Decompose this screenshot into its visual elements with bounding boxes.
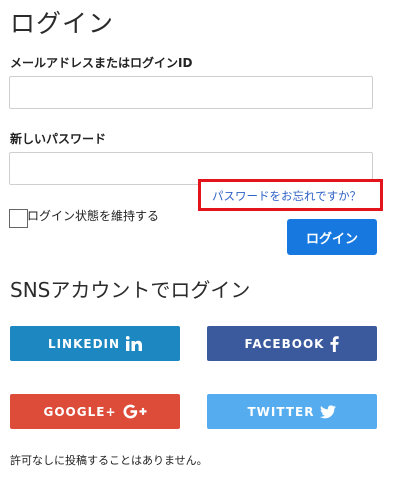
twitter-button-label: TWITTER	[247, 404, 315, 419]
facebook-button-label: FACEBOOK	[244, 336, 325, 351]
login-button[interactable]: ログイン	[287, 219, 377, 255]
email-field[interactable]	[9, 76, 373, 109]
page-title: ログイン	[10, 9, 115, 38]
login-page: ログイン メールアドレスまたはログインID 新しいパスワード パスワードをお忘れ…	[0, 0, 417, 485]
google-plus-button-label: GOOGLE+	[43, 404, 117, 419]
linkedin-button[interactable]: LINKEDIN	[10, 326, 180, 361]
remember-label: ログイン状態を維持する	[27, 209, 160, 223]
google-plus-button[interactable]: GOOGLE+	[10, 394, 180, 429]
email-label: メールアドレスまたはログインID	[10, 56, 193, 70]
privacy-notice: 許可なしに投稿することはありません。	[10, 454, 208, 467]
google-plus-icon	[123, 404, 147, 419]
facebook-icon	[330, 335, 340, 352]
login-button-label: ログイン	[305, 231, 358, 247]
forgot-password-link[interactable]: パスワードをお忘れですか？	[212, 188, 361, 204]
sns-section-title: SNSアカウントでログイン	[10, 278, 251, 302]
linkedin-icon	[126, 336, 143, 351]
twitter-button[interactable]: TWITTER	[207, 394, 377, 429]
password-label: 新しいパスワード	[10, 132, 107, 146]
twitter-icon	[320, 404, 337, 419]
linkedin-button-label: LINKEDIN	[47, 336, 121, 351]
remember-checkbox[interactable]	[9, 209, 28, 228]
facebook-button[interactable]: FACEBOOK	[207, 326, 377, 361]
